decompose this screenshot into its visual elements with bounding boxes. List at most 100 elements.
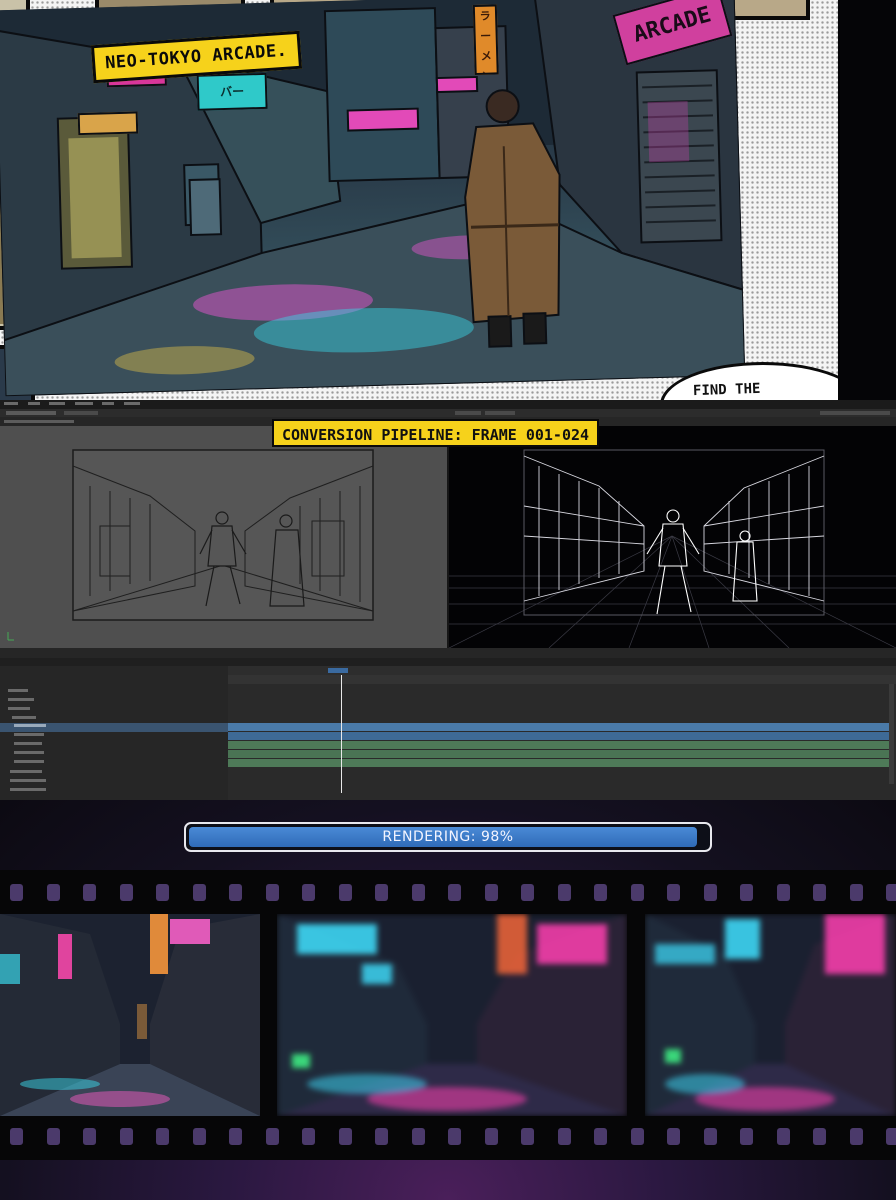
sprocket-hole xyxy=(375,884,388,901)
sprocket-hole xyxy=(302,1128,315,1145)
sketch-wireframe xyxy=(7,449,374,641)
sprocket-hole xyxy=(703,1128,717,1145)
track-row[interactable] xyxy=(0,706,228,715)
sprocket-hole xyxy=(594,1128,607,1145)
timeline-controls[interactable] xyxy=(228,666,896,675)
neon-sign-vertical: ラーメン xyxy=(472,4,499,76)
sprocket-hole xyxy=(667,1128,680,1145)
sprocket-hole xyxy=(119,1128,133,1145)
track-row[interactable] xyxy=(0,787,228,796)
menu-item[interactable] xyxy=(74,402,93,405)
sprocket-hole xyxy=(156,884,169,901)
sprocket-hole xyxy=(448,884,461,901)
page-gutter xyxy=(838,0,896,400)
sprocket-hole xyxy=(83,884,96,901)
sprocket-hole xyxy=(448,1128,461,1145)
sprocket-hole xyxy=(557,884,571,901)
sprocket-hole xyxy=(265,1128,279,1145)
sprocket-hole xyxy=(849,1128,863,1145)
tab-viewport[interactable] xyxy=(64,411,98,415)
sprocket-hole xyxy=(411,1128,425,1145)
timeline-clip[interactable] xyxy=(228,732,890,740)
sprocket-hole xyxy=(776,1128,790,1145)
sprocket-hole xyxy=(302,884,315,901)
sprocket-hole xyxy=(740,884,753,901)
sprocket-hole xyxy=(484,884,498,901)
speech-bubble-text: FIND THE xyxy=(692,380,761,400)
sprocket-hole xyxy=(265,884,279,901)
pipeline-label: CONVERSION PIPELINE: FRAME 001-024 xyxy=(272,419,600,447)
animation-editor-window: ◂◂ ▸ ▪ ▸▸ ⟲ xyxy=(0,400,896,800)
sprocket-hole xyxy=(192,1128,206,1145)
sprocket-hole xyxy=(484,1128,498,1145)
sprocket-hole xyxy=(10,884,23,901)
tab-scene[interactable] xyxy=(6,411,56,415)
track-row[interactable] xyxy=(0,750,228,759)
viewport-footer xyxy=(0,648,896,658)
toolbar-controls[interactable] xyxy=(4,420,74,423)
sprocket-hole xyxy=(192,884,206,901)
sprocket-hole xyxy=(10,1128,23,1145)
window-controls[interactable] xyxy=(820,411,890,415)
sprocket-hole xyxy=(886,884,896,901)
menu-item[interactable] xyxy=(102,402,115,405)
menu-item[interactable] xyxy=(27,402,40,405)
sprocket-hole xyxy=(886,1128,896,1145)
sprocket-hole xyxy=(813,1128,826,1145)
menu-item[interactable] xyxy=(4,402,18,405)
track-row[interactable] xyxy=(0,759,228,768)
viewport-3d-wireframe[interactable]: ◂◂ ▸ ▪ ▸▸ ⟲ xyxy=(449,426,896,655)
timeline-clip[interactable] xyxy=(228,723,890,731)
menu-item[interactable] xyxy=(49,402,66,405)
neon-sign-yellow xyxy=(77,111,139,136)
sprocket-hole xyxy=(740,1128,753,1145)
track-row[interactable] xyxy=(0,741,228,750)
sprocket-hole xyxy=(83,1128,96,1145)
track-row[interactable] xyxy=(0,769,228,778)
timeline-playhead[interactable] xyxy=(341,675,342,793)
sprocket-hole xyxy=(594,884,607,901)
sprocket-hole xyxy=(46,884,60,901)
timeline-header xyxy=(0,658,896,666)
wireframe-figures xyxy=(646,509,758,615)
sprocket-hole xyxy=(813,884,826,901)
timeline-scrollbar[interactable] xyxy=(889,684,894,784)
sprocket-hole xyxy=(521,1128,534,1145)
neon-sign-cyan: バー xyxy=(196,72,268,111)
film-frame-1 xyxy=(0,914,260,1116)
timeline-ruler[interactable] xyxy=(228,675,896,684)
viewport-sketch[interactable]: ◂◂ ▸ ▪ ▸▸ ⟲ xyxy=(0,426,447,655)
sprocket-hole xyxy=(119,884,133,901)
render-progress-bar: RENDERING: 98% xyxy=(184,822,712,852)
timeline-clip[interactable] xyxy=(228,750,890,758)
sprocket-hole xyxy=(521,884,534,901)
sprocket-hole xyxy=(630,884,644,901)
sprocket-hole xyxy=(411,884,425,901)
sprocket-hole xyxy=(46,1128,60,1145)
track-row[interactable] xyxy=(0,778,228,787)
sprocket-hole xyxy=(229,1128,242,1145)
track-row[interactable] xyxy=(0,732,228,741)
sprocket-hole xyxy=(703,884,717,901)
viewport-divider[interactable] xyxy=(447,426,449,658)
tab-preview[interactable] xyxy=(485,411,515,415)
track-row-selected[interactable] xyxy=(0,723,228,732)
menu-item[interactable] xyxy=(123,402,140,405)
timeline-clip[interactable] xyxy=(228,759,890,767)
sprocket-hole xyxy=(338,884,352,901)
track-row[interactable] xyxy=(0,697,228,706)
sprocket-hole xyxy=(229,884,242,901)
timeline-clip[interactable] xyxy=(228,741,890,749)
timeline-panel xyxy=(0,658,896,800)
render-progress-label: RENDERING: 98% xyxy=(382,829,514,845)
film-frame-3 xyxy=(645,914,896,1116)
sprocket-hole xyxy=(156,1128,169,1145)
editor-tab-bar xyxy=(0,409,896,417)
film-frame-2 xyxy=(277,914,627,1116)
sprocket-hole xyxy=(630,1128,644,1145)
sprocket-hole xyxy=(667,884,680,901)
tab-render[interactable] xyxy=(455,411,481,415)
sprocket-hole xyxy=(849,884,863,901)
track-row[interactable] xyxy=(0,688,228,697)
sprocket-hole xyxy=(375,1128,388,1145)
